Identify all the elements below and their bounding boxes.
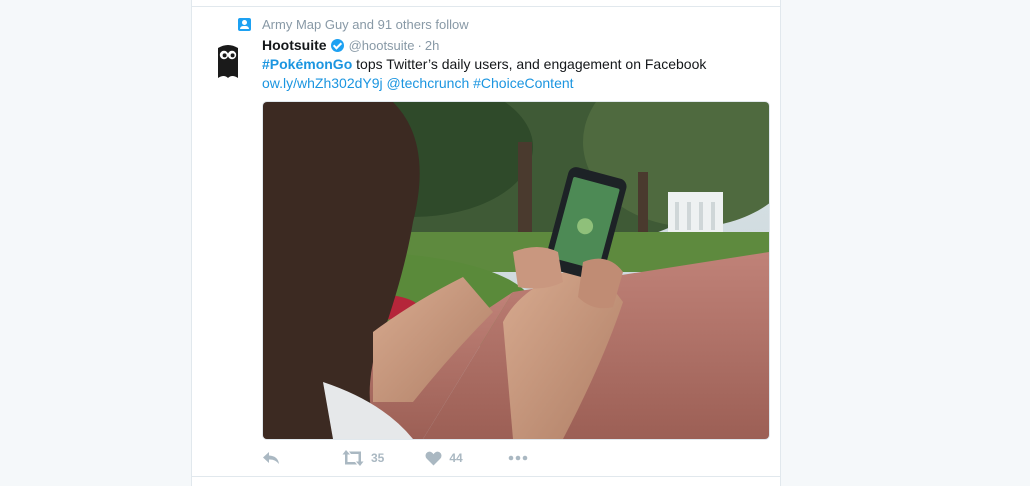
more-button[interactable]: [508, 455, 528, 461]
tweet-header: Hootsuite @hootsuite · 2h: [262, 37, 439, 53]
author-handle[interactable]: @hootsuite: [349, 38, 415, 53]
hashtag-link-2[interactable]: #ChoiceContent: [473, 75, 573, 91]
like-button[interactable]: 44: [425, 451, 463, 466]
like-count: 44: [449, 451, 463, 465]
tweet-timestamp[interactable]: 2h: [425, 38, 439, 53]
verified-badge-icon: [330, 38, 344, 52]
author-name[interactable]: Hootsuite: [262, 37, 327, 53]
heart-icon: [425, 451, 442, 465]
url-link[interactable]: ow.ly/whZh302dY9j: [262, 75, 383, 91]
mention-link[interactable]: @techcrunch: [387, 75, 470, 91]
divider: [192, 476, 780, 477]
retweet-button[interactable]: 35: [342, 450, 384, 466]
tweet-text: #PokémonGo tops Twitter’s daily users, a…: [262, 55, 762, 93]
retweet-icon: [342, 450, 364, 466]
social-context[interactable]: Army Map Guy and 91 others follow: [238, 16, 469, 32]
photo-illustration: [263, 102, 769, 439]
divider: [192, 6, 780, 7]
reply-button[interactable]: [262, 451, 280, 465]
tweet-body-text: tops Twitter’s daily users, and engageme…: [352, 56, 707, 72]
hootsuite-owl-logo: [218, 45, 238, 78]
person-icon: [238, 17, 251, 31]
social-context-text: Army Map Guy and 91 others follow: [262, 16, 469, 32]
more-icon: [508, 455, 528, 461]
tweet-actions: 35 44: [262, 448, 528, 468]
separator: ·: [417, 37, 422, 53]
timeline: Army Map Guy and 91 others follow Hootsu…: [191, 0, 781, 486]
tweet-photo[interactable]: [262, 101, 770, 440]
tweet-text-line-1: #PokémonGo tops Twitter’s daily users, a…: [262, 55, 762, 74]
avatar[interactable]: [216, 42, 240, 82]
hashtag-link[interactable]: #PokémonGo: [262, 56, 352, 72]
tweet-text-line-2: ow.ly/whZh302dY9j @techcrunch #ChoiceCon…: [262, 74, 762, 93]
retweet-count: 35: [371, 451, 385, 465]
reply-icon: [263, 452, 279, 464]
